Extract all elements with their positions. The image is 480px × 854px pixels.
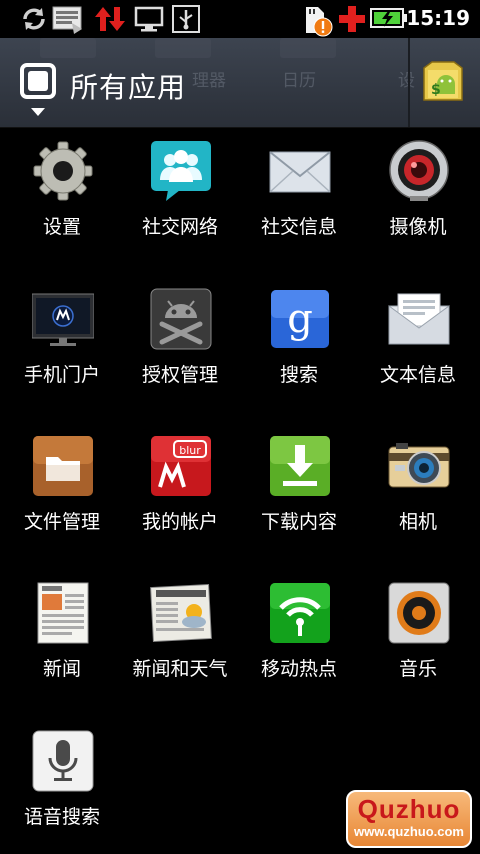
app-group-selector-icon[interactable] [20,63,56,99]
app-news-and-weather[interactable]: 新闻和天气 [120,570,240,710]
app-label: 文件管理 [23,511,100,533]
header-divider [408,38,410,127]
envelope-icon [269,151,331,193]
app-label: 相机 [398,511,437,533]
app-label: 社交网络 [141,216,218,238]
background-tab-shadow [155,38,211,58]
newspaper-icon [37,582,89,644]
message-envelope-icon [388,293,450,345]
camera-icon [388,443,450,488]
app-downloads[interactable]: 下载内容 [239,423,359,563]
app-label: 搜索 [279,364,318,386]
usb-icon [172,5,200,33]
app-my-account[interactable]: blur 我的帐户 [120,423,240,563]
app-news[interactable]: 新闻 [2,570,122,710]
android-crossbones-icon [150,288,212,350]
motorola-monitor-icon [32,293,94,346]
status-bar[interactable]: 15:19 [0,0,480,38]
background-tab-label: 理器 [192,71,226,91]
blur-account-icon: blur [151,436,211,496]
app-label: 社交信息 [260,216,337,238]
app-drawer-header: 理器 日历 设 所有应用 $ [0,38,480,128]
app-group-title[interactable]: 所有应用 [70,66,186,106]
app-authorization-manager[interactable]: 授权管理 [120,276,240,416]
dropdown-arrow-icon[interactable] [31,108,45,116]
download-icon [270,436,330,496]
app-mobile-hotspot[interactable]: 移动热点 [239,570,359,710]
app-label: 语音搜索 [23,806,100,828]
social-network-icon [151,141,211,201]
app-label: 授权管理 [141,364,218,386]
sd-warning-icon [306,7,333,37]
app-file-manager[interactable]: 文件管理 [2,423,122,563]
app-text-messaging[interactable]: 文本信息 [358,276,478,416]
android-market-icon[interactable]: $ [420,58,466,104]
google-search-icon: g [271,290,329,348]
background-tab-shadow [280,38,336,58]
watermark-brand: Quzhuo [357,794,461,824]
app-label: 设置 [42,216,81,238]
app-label: 移动热点 [260,658,337,680]
app-music[interactable]: 音乐 [358,570,478,710]
app-label: 音乐 [398,658,437,680]
app-label: 手机门户 [23,364,100,386]
app-label: 新闻和天气 [132,658,228,680]
keyboard-icon [52,6,82,34]
app-voice-search[interactable]: 语音搜索 [2,718,122,854]
wifi-hotspot-icon [270,583,330,643]
clock: 15:19 [406,6,470,30]
watermark-logo: Quzhuo www.quzhuo.com [346,790,472,848]
app-label: 新闻 [42,658,81,680]
app-settings[interactable]: 设置 [2,128,122,268]
camcorder-icon [389,140,449,201]
speaker-music-icon [388,582,450,644]
app-camcorder[interactable]: 摄像机 [358,128,478,268]
app-label: 下载内容 [260,511,337,533]
battery-charging-icon [370,8,407,28]
background-tab-label: 设 [398,71,415,91]
app-camera[interactable]: 相机 [358,423,478,563]
microphone-icon [32,730,94,792]
svg-text:$: $ [431,82,441,98]
svg-text:blur: blur [179,444,201,457]
background-tab-shadow [40,38,96,58]
app-label: 摄像机 [389,216,447,238]
settings-gear-icon [33,141,93,201]
app-label: 文本信息 [379,364,456,386]
app-social-messaging[interactable]: 社交信息 [239,128,359,268]
app-label: 我的帐户 [141,511,218,533]
data-activity-icon [95,7,125,31]
app-phone-portal[interactable]: 手机门户 [2,276,122,416]
add-icon [339,6,365,32]
background-tab-label: 日历 [282,71,316,91]
news-weather-icon [150,583,212,643]
folder-icon [33,436,93,496]
app-search[interactable]: g 搜索 [239,276,359,416]
monitor-icon [134,6,164,32]
watermark-url: www.quzhuo.com [353,824,464,839]
svg-text:g: g [287,296,313,342]
app-social-network[interactable]: 社交网络 [120,128,240,268]
sync-icon [23,8,45,30]
